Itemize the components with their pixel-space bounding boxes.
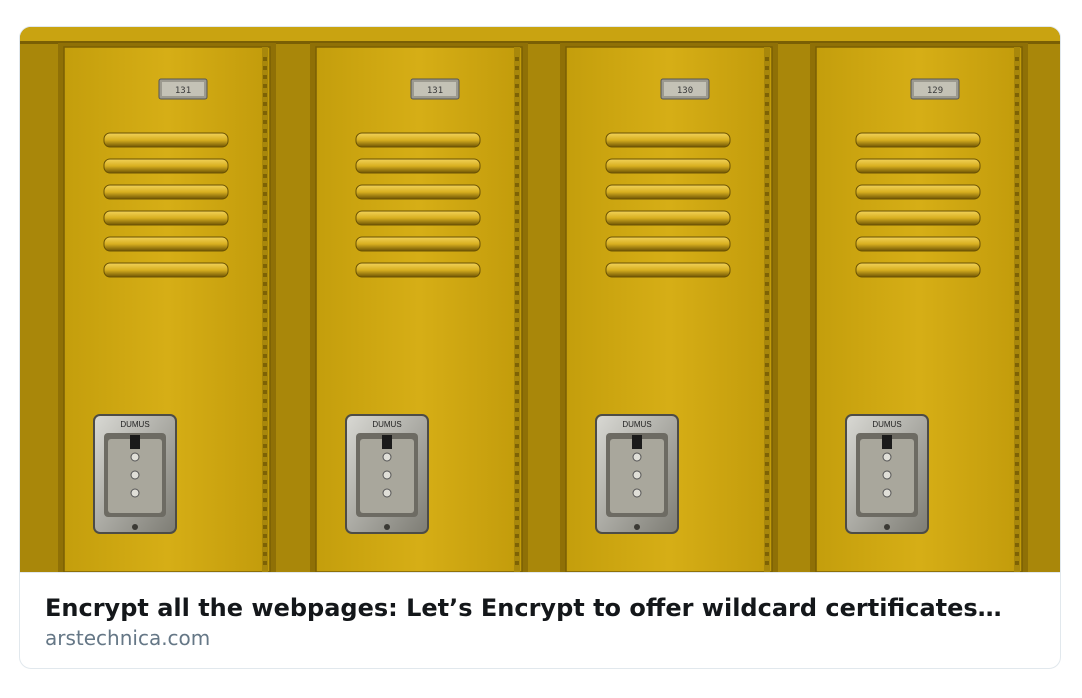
vent-slot <box>355 210 481 226</box>
link-preview-card[interactable]: 131 DUMUS 131 DUMUS 130 DUMUS 129 DUMUS Encrypt… <box>19 26 1061 669</box>
handle-brand: DUMUS <box>120 420 149 429</box>
vent-slot <box>605 262 731 278</box>
vent-slot <box>103 158 229 174</box>
locker-number: 129 <box>927 86 943 96</box>
handle-brand: DUMUS <box>622 420 651 429</box>
vent-slot <box>103 184 229 200</box>
vent-slot <box>355 158 481 174</box>
vent-slot <box>605 132 731 148</box>
vent-slot <box>855 236 981 252</box>
preview-image-lockers[interactable]: 131 DUMUS 131 DUMUS 130 DUMUS 129 DUMUS <box>20 27 1060 572</box>
locker-number: 131 <box>175 86 191 96</box>
vent-slot <box>103 210 229 226</box>
locker-door: 131 DUMUS <box>58 43 276 572</box>
vent-slot <box>855 158 981 174</box>
locker-door: 130 DUMUS <box>560 43 778 572</box>
vent-slot <box>855 184 981 200</box>
vent-slot <box>605 158 731 174</box>
card-title[interactable]: Encrypt all the webpages: Let’s Encrypt … <box>45 593 1035 623</box>
vent-slot <box>355 236 481 252</box>
locker-door: 129 DUMUS <box>810 43 1028 572</box>
lockers-illustration: 131 DUMUS 131 DUMUS 130 DUMUS 129 DUMUS <box>20 27 1060 572</box>
locker-door: 131 DUMUS <box>310 43 528 572</box>
vent-slot <box>855 262 981 278</box>
vent-slot <box>855 132 981 148</box>
handle-brand: DUMUS <box>872 420 901 429</box>
handle-brand: DUMUS <box>372 420 401 429</box>
vent-slot <box>355 184 481 200</box>
card-domain: arstechnica.com <box>45 626 211 650</box>
vent-slot <box>855 210 981 226</box>
vent-slot <box>605 184 731 200</box>
locker-number: 131 <box>427 86 443 96</box>
locker-number: 130 <box>677 86 693 96</box>
vent-slot <box>355 262 481 278</box>
card-text-area[interactable]: Encrypt all the webpages: Let’s Encrypt … <box>20 572 1060 668</box>
vent-slot <box>605 210 731 226</box>
vent-slot <box>605 236 731 252</box>
vent-slot <box>355 132 481 148</box>
vent-slot <box>103 236 229 252</box>
vent-slot <box>103 262 229 278</box>
vent-slot <box>103 132 229 148</box>
